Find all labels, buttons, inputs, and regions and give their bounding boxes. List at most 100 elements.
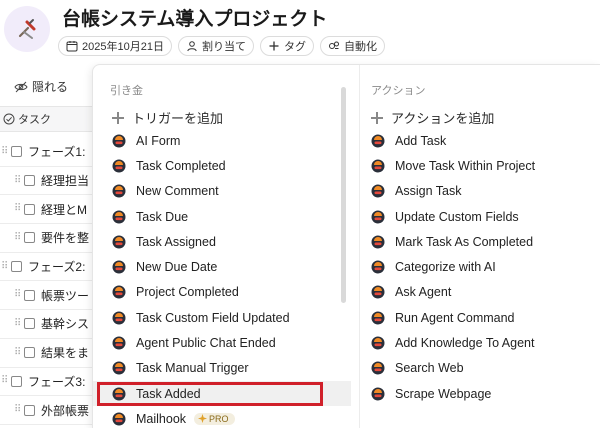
header-chips: 2025年10月21日 割り当て タグ 自動化 bbox=[58, 36, 385, 56]
trigger-item[interactable]: Task Due bbox=[93, 204, 351, 229]
automation-chip[interactable]: 自動化 bbox=[319, 36, 385, 56]
task-row[interactable]: ⠿ 基幹シス bbox=[0, 310, 92, 339]
task-checkbox[interactable] bbox=[24, 232, 35, 244]
drag-handle-icon[interactable]: ⠿ bbox=[1, 376, 8, 386]
automation-app-icon bbox=[112, 412, 126, 426]
task-label: フェーズ2: bbox=[28, 260, 86, 275]
trigger-item[interactable]: Task Assigned bbox=[93, 229, 351, 254]
drag-handle-icon[interactable]: ⠿ bbox=[14, 318, 21, 329]
task-row[interactable]: ⠿ 結果をま bbox=[0, 339, 92, 368]
drag-handle-icon[interactable]: ⠿ bbox=[1, 261, 8, 272]
drag-handle-icon[interactable]: ⠿ bbox=[14, 405, 21, 415]
automation-app-icon bbox=[112, 184, 126, 198]
action-item[interactable]: Search Web bbox=[360, 356, 600, 381]
task-row[interactable]: ⠿ 外部帳票 bbox=[0, 396, 92, 425]
task-row[interactable]: ⠿ フェーズ1: bbox=[0, 138, 92, 167]
task-checkbox[interactable] bbox=[11, 261, 22, 273]
person-icon bbox=[187, 41, 197, 52]
trigger-item[interactable]: New Comment bbox=[93, 179, 351, 204]
action-item-label: Add Knowledge To Agent bbox=[395, 336, 535, 351]
task-checkbox[interactable] bbox=[11, 375, 22, 387]
task-checkbox[interactable] bbox=[24, 347, 35, 359]
plus-icon bbox=[112, 111, 124, 124]
trigger-item[interactable]: Mailhook PRO bbox=[93, 406, 351, 428]
action-item[interactable]: Move Task Within Project bbox=[360, 153, 600, 178]
tag-chip[interactable]: タグ bbox=[259, 36, 314, 56]
add-trigger-button[interactable]: トリガーを追加 bbox=[112, 108, 223, 127]
trigger-item[interactable]: Task Added bbox=[93, 380, 351, 407]
task-column-header[interactable]: タスク bbox=[0, 106, 92, 132]
trigger-list: AI Form Task Completed New Comment Task Due… bbox=[93, 128, 351, 428]
add-action-button[interactable]: アクションを追加 bbox=[371, 108, 494, 127]
automation-app-icon bbox=[112, 134, 126, 148]
drag-handle-icon[interactable]: ⠿ bbox=[14, 175, 21, 186]
hide-toggle[interactable]: 隠れる bbox=[14, 78, 68, 95]
trigger-item[interactable]: Task Completed bbox=[93, 153, 351, 178]
action-item[interactable]: Update Custom Fields bbox=[360, 204, 600, 229]
automation-app-icon bbox=[371, 159, 385, 173]
task-checkbox[interactable] bbox=[24, 175, 35, 187]
automation-icon bbox=[328, 41, 339, 49]
due-date-chip[interactable]: 2025年10月21日 bbox=[58, 36, 172, 56]
task-checkbox[interactable] bbox=[24, 203, 35, 215]
add-action-label: アクションを追加 bbox=[391, 111, 495, 126]
trigger-item[interactable]: AI Form bbox=[93, 128, 351, 153]
task-checkbox[interactable] bbox=[24, 404, 35, 416]
task-row[interactable]: ⠿ フェーズ2: bbox=[0, 253, 92, 282]
page-title: 台帳システム導入プロジェクト bbox=[62, 9, 328, 30]
action-item[interactable]: Scrape Webpage bbox=[360, 381, 600, 406]
drag-handle-icon[interactable]: ⠿ bbox=[14, 232, 21, 243]
selection-highlight bbox=[97, 381, 323, 406]
trigger-item[interactable]: New Due Date bbox=[93, 254, 351, 279]
action-item[interactable]: Add Task bbox=[360, 128, 600, 153]
action-item[interactable]: Ask Agent bbox=[360, 280, 600, 305]
automation-app-icon bbox=[112, 210, 126, 224]
trigger-item-label: Task Due bbox=[136, 209, 189, 224]
project-avatar[interactable] bbox=[4, 6, 50, 52]
task-checkbox[interactable] bbox=[24, 318, 35, 330]
action-item[interactable]: Run Agent Command bbox=[360, 305, 600, 330]
tag-label: タグ bbox=[283, 41, 306, 53]
action-item[interactable]: Mark Task As Completed bbox=[360, 229, 600, 254]
actions-section-title: アクション bbox=[371, 85, 426, 97]
automation-app-icon bbox=[371, 260, 385, 274]
task-checkbox[interactable] bbox=[24, 289, 35, 301]
action-item-label: Add Task bbox=[395, 133, 447, 148]
drag-handle-icon[interactable]: ⠿ bbox=[14, 347, 21, 358]
task-row[interactable]: ⠿ 経理担当 bbox=[0, 167, 92, 196]
automation-app-icon bbox=[112, 361, 126, 375]
drag-handle-icon[interactable]: ⠿ bbox=[1, 146, 8, 157]
automation-app-icon bbox=[112, 285, 126, 299]
trigger-item-label: New Comment bbox=[136, 184, 219, 199]
automation-app-icon bbox=[112, 336, 126, 350]
project-header: 台帳システム導入プロジェクト 2025年10月21日 割り当て タグ 自動化 bbox=[0, 0, 600, 62]
trigger-scrollbar[interactable] bbox=[341, 87, 346, 303]
trigger-item-label: Task Custom Field Updated bbox=[136, 310, 290, 325]
automation-app-icon bbox=[371, 285, 385, 299]
trigger-item-label: AI Form bbox=[136, 133, 181, 148]
task-label: 帳票ツー bbox=[41, 288, 90, 303]
trigger-item[interactable]: Task Manual Trigger bbox=[93, 356, 351, 381]
action-item[interactable]: Assign Task bbox=[360, 179, 600, 204]
drag-handle-icon[interactable]: ⠿ bbox=[14, 204, 21, 214]
triggers-column: 引き金 トリガーを追加 AI Form Task Completed New Com… bbox=[93, 65, 351, 428]
assign-chip[interactable]: 割り当て bbox=[177, 36, 254, 56]
task-label: 経理とM bbox=[41, 202, 87, 217]
automation-panel: 引き金 トリガーを追加 AI Form Task Completed New Com… bbox=[92, 64, 600, 428]
task-row[interactable]: ⠿ 帳票ツー bbox=[0, 281, 92, 311]
automation-label: 自動化 bbox=[343, 41, 377, 53]
due-date-label: 2025年10月21日 bbox=[82, 41, 164, 53]
trigger-item[interactable]: Project Completed bbox=[93, 280, 351, 305]
action-item[interactable]: Add Knowledge To Agent bbox=[360, 330, 600, 355]
task-row[interactable]: ⠿ 経理とM bbox=[0, 195, 92, 225]
task-label: 要件を整 bbox=[41, 231, 90, 246]
task-row[interactable]: ⠿ 要件を整 bbox=[0, 224, 92, 253]
trigger-item-label: Task Completed bbox=[136, 158, 226, 173]
action-item-label: Categorize with AI bbox=[395, 260, 496, 275]
trigger-item[interactable]: Agent Public Chat Ended bbox=[93, 330, 351, 355]
trigger-item[interactable]: Task Custom Field Updated bbox=[93, 305, 351, 330]
task-checkbox[interactable] bbox=[11, 146, 22, 158]
drag-handle-icon[interactable]: ⠿ bbox=[14, 290, 21, 300]
action-item[interactable]: Categorize with AI bbox=[360, 254, 600, 279]
task-row[interactable]: ⠿ フェーズ3: bbox=[0, 368, 92, 397]
